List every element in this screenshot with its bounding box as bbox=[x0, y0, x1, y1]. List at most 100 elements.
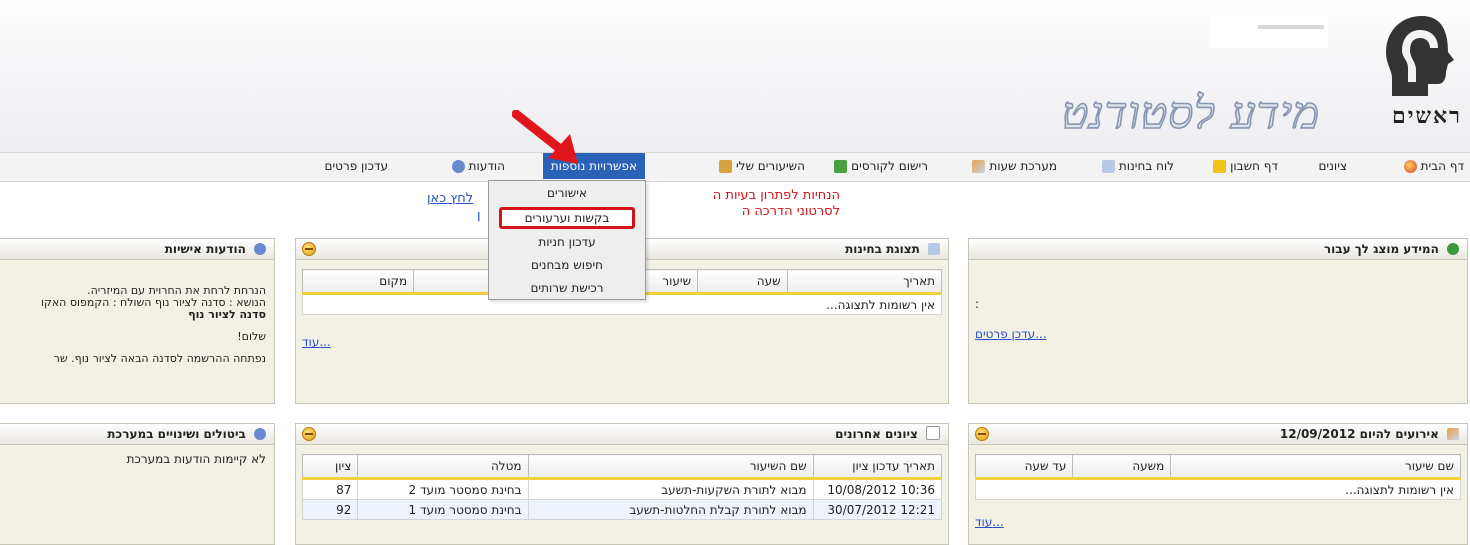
personal-line-4: שלום! bbox=[237, 330, 266, 343]
dropdown-item-update-parking[interactable]: עדכון חניות bbox=[489, 232, 645, 253]
col-task[interactable]: מטלה bbox=[357, 454, 529, 480]
panel-events-title-text: אירועים להיום 12/09/2012 bbox=[1279, 427, 1439, 441]
cancellations-icon bbox=[254, 428, 266, 440]
announcement-line-2: לסרטוני הדרכה ה bbox=[741, 204, 840, 219]
collapse-icon[interactable] bbox=[302, 242, 316, 256]
table-row[interactable]: 10:36 10/08/2012 מבוא לתורת השקעות-תשעב … bbox=[301, 478, 943, 500]
nav-grades-label: ציונים bbox=[1318, 159, 1347, 173]
panel-info-title: המידע מוצג לך עבור bbox=[969, 239, 1467, 260]
col-lesson-name[interactable]: שם שיעור bbox=[1170, 454, 1461, 480]
nav-course-registration-label: רישום לקורסים bbox=[851, 159, 928, 173]
panel-exams-title-text: תצוגת בחינות bbox=[845, 242, 920, 256]
events-more-link[interactable]: עוד... bbox=[975, 515, 1004, 529]
nav-update-details-label: עדכון פרטים bbox=[324, 159, 388, 173]
nav-my-lessons-label: השיעורים שלי bbox=[735, 159, 805, 173]
col-to-hour[interactable]: עד שעה bbox=[974, 454, 1074, 480]
nav-timetable-label: מערכת שעות bbox=[989, 159, 1057, 173]
panel-personal-messages: הודעות אישיות הנרחת לרחת את החרוית עם המ… bbox=[0, 238, 275, 404]
panel-personal-title: הודעות אישיות bbox=[0, 239, 274, 260]
nav-timetable[interactable]: מערכת שעות bbox=[972, 153, 1057, 179]
events-empty-row: אין רשומות לתצוגה... bbox=[975, 478, 1461, 500]
brand-title: מידע לסטודנט bbox=[1061, 87, 1320, 140]
grade-date: 10:36 10/08/2012 bbox=[812, 478, 943, 500]
col-from-hour[interactable]: משעה bbox=[1072, 454, 1172, 480]
nav-my-lessons[interactable]: השיעורים שלי bbox=[718, 153, 805, 179]
lessons-icon bbox=[718, 159, 732, 173]
head-logo-icon bbox=[1386, 16, 1454, 96]
click-here-link-2[interactable]: ן bbox=[477, 208, 481, 223]
nav-grades[interactable]: ציונים bbox=[1318, 153, 1347, 179]
header: ראשים מידע לסטודנט bbox=[0, 0, 1470, 152]
panel-cancellations: ביטולים ושינויים במערכת לא קיימות הודעות… bbox=[0, 423, 275, 545]
dropdown-item-requests-appeals[interactable]: בקשות וערעורים bbox=[499, 207, 635, 229]
grade-task: בחינת סמסטר מועד 1 bbox=[357, 499, 529, 520]
note-icon bbox=[1213, 159, 1227, 173]
personal-line-3[interactable]: סדנה לציור נוף bbox=[0, 309, 266, 321]
nav-account-label: דף חשבון bbox=[1230, 159, 1278, 173]
events-table: שם שיעור משעה עד שעה אין רשומות לתצוגה..… bbox=[974, 454, 1461, 500]
panel-grades: ציונים אחרונים תאריך עדכון ציון שם השיעו… bbox=[295, 423, 949, 545]
col-date[interactable]: תאריך bbox=[786, 269, 943, 295]
col-grade-update-date[interactable]: תאריך עדכון ציון bbox=[812, 454, 943, 480]
nav-messages-label: הודעות bbox=[468, 159, 505, 173]
dropdown-item-purchase-services[interactable]: רכישת שרותים bbox=[489, 278, 645, 299]
timetable-icon bbox=[972, 159, 986, 173]
cancellations-text: לא קיימות הודעות במערכת bbox=[126, 452, 266, 466]
pen-icon bbox=[1101, 159, 1115, 173]
nav-exams-board[interactable]: לוח בחינות bbox=[1101, 153, 1174, 179]
panel-cancellations-title-text: ביטולים ושינויים במערכת bbox=[107, 427, 246, 441]
collapse-icon[interactable] bbox=[302, 427, 316, 441]
announcement-line-1: הנחיות לפתרון בעיות ה bbox=[712, 188, 840, 203]
dropdown-item-search-exams[interactable]: חיפוש מבחנים bbox=[489, 255, 645, 276]
nav-account[interactable]: דף חשבון bbox=[1213, 153, 1278, 179]
col-lesson-name[interactable]: שם השיעור bbox=[527, 454, 814, 480]
panel-info: המידע מוצג לך עבור : עדכן פרטים... bbox=[968, 238, 1468, 404]
calendar-icon bbox=[1447, 428, 1459, 440]
panel-info-title-text: המידע מוצג לך עבור bbox=[1323, 242, 1439, 256]
nav-exams-board-label: לוח בחינות bbox=[1118, 159, 1174, 173]
people-icon bbox=[1447, 243, 1459, 255]
panel-grades-title: ציונים אחרונים bbox=[296, 424, 948, 445]
exams-pen-icon bbox=[928, 243, 940, 255]
header-blank-bar bbox=[1258, 25, 1324, 29]
collapse-icon[interactable] bbox=[975, 427, 989, 441]
col-place[interactable]: מקום bbox=[301, 269, 415, 295]
header-blank-box bbox=[1210, 12, 1328, 48]
grade-date: 12:21 30/07/2012 bbox=[812, 499, 943, 520]
nav-messages[interactable]: הודעות bbox=[451, 153, 505, 179]
grade-value: 87 bbox=[301, 478, 359, 500]
nav-home[interactable]: דף הבית bbox=[1403, 153, 1464, 179]
nav-home-label: דף הבית bbox=[1420, 159, 1464, 173]
main-nav: דף הבית ציונים דף חשבון לוח בחינות מערכת… bbox=[0, 152, 1470, 182]
click-here-link[interactable]: לחץ כאן bbox=[427, 191, 473, 206]
grade-lesson: מבוא לתורת השקעות-תשעב bbox=[527, 478, 814, 500]
more-options-dropdown: אישורים בקשות וערעורים עדכון חניות חיפוש… bbox=[488, 180, 646, 300]
nav-update-details[interactable]: עדכון פרטים bbox=[325, 153, 388, 179]
personal-line-5: נפתחה ההרשמה לסדנה הבאה לציור נוף. שר bbox=[53, 352, 266, 365]
info-colon: : bbox=[975, 297, 980, 311]
personal-messages-body: הנרחת לרחת את החרוית עם המיזריה. הנושא :… bbox=[0, 285, 266, 365]
book-icon bbox=[834, 159, 848, 173]
panel-personal-title-text: הודעות אישיות bbox=[164, 242, 246, 256]
announcement: הנחיות לפתרון בעיות ה לסרטוני הדרכה ה bbox=[640, 188, 840, 220]
exams-more-link[interactable]: עוד... bbox=[302, 335, 331, 349]
nav-course-registration[interactable]: רישום לקורסים bbox=[834, 153, 928, 179]
dropdown-item-approvals[interactable]: אישורים bbox=[489, 183, 645, 204]
grade-task: בחינת סמסטר מועד 2 bbox=[357, 478, 529, 500]
panel-cancellations-title: ביטולים ושינויים במערכת bbox=[0, 424, 274, 445]
update-details-link[interactable]: עדכן פרטים... bbox=[975, 327, 1047, 341]
red-arrow-icon bbox=[512, 110, 578, 164]
messages-icon bbox=[451, 159, 465, 173]
table-row[interactable]: 12:21 30/07/2012 מבוא לתורת קבלת החלטות-… bbox=[301, 499, 943, 520]
grade-value: 92 bbox=[301, 499, 359, 520]
panel-events-title: אירועים להיום 12/09/2012 bbox=[969, 424, 1467, 445]
col-hour[interactable]: שעה bbox=[697, 269, 788, 295]
panel-grades-title-text: ציונים אחרונים bbox=[835, 427, 918, 441]
grade-lesson: מבוא לתורת קבלת החלטות-תשעב bbox=[527, 499, 814, 520]
logo-text: ראשים bbox=[1391, 103, 1462, 129]
personal-messages-icon bbox=[254, 243, 266, 255]
grades-table: תאריך עדכון ציון שם השיעור מטלה ציון 10:… bbox=[301, 454, 943, 520]
col-grade[interactable]: ציון bbox=[301, 454, 359, 480]
grades-page-icon bbox=[926, 426, 940, 440]
home-globe-icon bbox=[1403, 159, 1417, 173]
